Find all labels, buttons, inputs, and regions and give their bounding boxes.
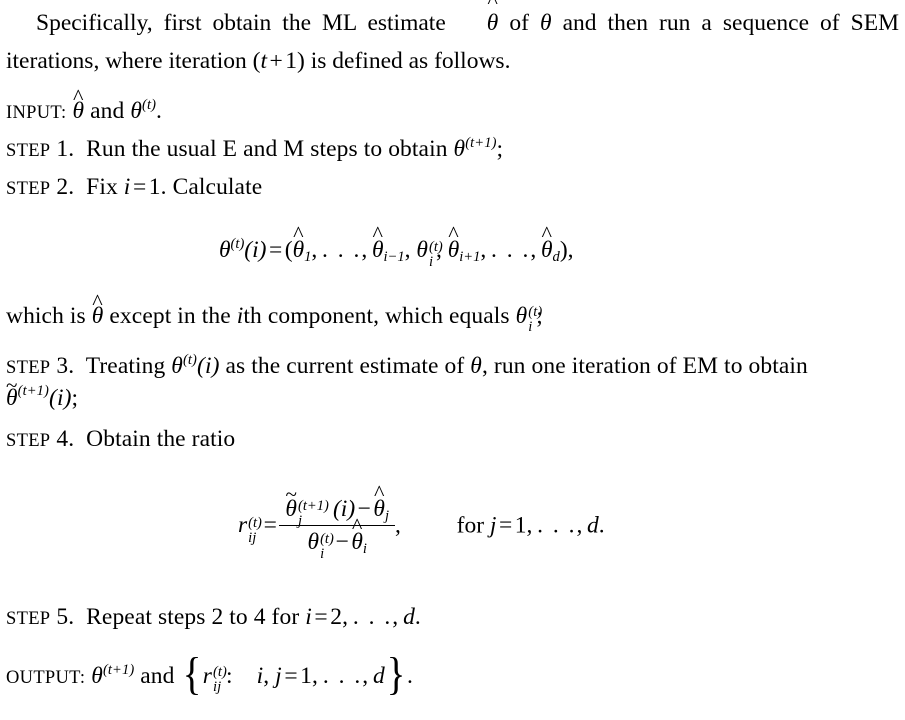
eq1-relation: =	[268, 237, 283, 263]
step-2-text-after: Calculate	[172, 174, 263, 200]
hat-theta-i-minus-1: ^ θ	[371, 220, 384, 263]
fraction-numerator: ~ θ (t+1) j (i) − ^ θj	[285, 479, 390, 530]
theta-i-sup-t: θ (t) i	[416, 237, 443, 271]
input-label: INPUT:	[6, 103, 67, 123]
intro-line2: iterations, where iteration (t +1) is def…	[6, 48, 511, 74]
eq2-condition: for j = 1, . . ., d.	[456, 512, 605, 539]
intro-line1-prefix: Specifically, first obtain the ML estima…	[36, 10, 457, 36]
theta-superscript-t-plus-1: θ(t+1)	[91, 661, 135, 689]
theta-superscript-t-plus-1: θ(t+1)	[453, 134, 497, 162]
step-label: STEP	[6, 358, 51, 378]
equation-ratio: r (t) ij = ~ θ (t+1) j (i) − ^ θj θ (t) i − ^ θi , for …	[238, 479, 605, 562]
step-4-text: Obtain the ratio	[86, 426, 236, 452]
hat-theta-symbol: ^ θ	[72, 83, 85, 124]
input-line: INPUT: ^ θ and θ(t).	[6, 83, 163, 124]
step-number: 2.	[56, 174, 75, 200]
which-is-prefix: which is	[6, 303, 86, 329]
intro-line1-mid: of	[498, 10, 540, 36]
which-is-line: which is ^ θ except in the ith component,…	[6, 288, 543, 336]
eq2-terminator: ,	[395, 512, 401, 539]
step-3-text-mid: as the current estimate of	[225, 353, 465, 379]
step-number: 4.	[56, 426, 75, 452]
step-label: STEP	[6, 609, 51, 629]
step-1-text: Run the usual E and M steps to obtain	[86, 136, 448, 162]
intro-paragraph: Specifically, first obtain the ML estima…	[6, 0, 899, 80]
step-5-text: Repeat steps 2 to 4 for	[86, 604, 300, 630]
eq1-close-paren: ),	[559, 237, 574, 263]
eq2-lhs: r (t) ij	[238, 512, 262, 546]
step-2-line: STEP 2. Fix i = 1. Calculate	[6, 174, 263, 200]
step-2-assignment: i = 1.	[123, 174, 167, 200]
theta-t-of-i: θ(t)(i)	[171, 351, 220, 379]
theta-i-sup-t: θ (t) i	[515, 303, 543, 336]
step-label: STEP	[6, 179, 51, 199]
input-conjunction: and	[90, 98, 125, 124]
eq1-lhs: θ(t)(i)	[219, 235, 267, 263]
which-is-th: th component, which equals	[243, 303, 510, 329]
step-5-line: STEP 5. Repeat steps 2 to 4 for i = 2, . .…	[6, 604, 421, 630]
step-number: 3.	[56, 353, 75, 379]
ratio-fraction: ~ θ (t+1) j (i) − ^ θj θ (t) i − ^ θi	[279, 479, 396, 562]
step-2-text-before: Fix	[86, 174, 118, 200]
hat-theta-i-plus-1: ^ θ	[447, 220, 460, 263]
intro-line1-suffix: and then run a sequence of SEM	[551, 10, 899, 36]
theta-symbol: θ	[470, 353, 482, 379]
step-1-terminator: ;	[496, 136, 504, 162]
step-3-terminator: ;	[71, 385, 79, 411]
step-3-line: STEP 3. Treating θ(t)(i) as the current …	[6, 351, 808, 379]
step-label: STEP	[6, 141, 51, 161]
output-conjunction: and	[140, 663, 175, 689]
hat-theta-d: ^ θ	[540, 220, 553, 263]
equation-theta-vector: θ(t)(i) =(^ θ1, . . ., ^ θi−1, θ (t) i, ^ θi+1…	[219, 220, 574, 271]
output-terminator: .	[407, 663, 414, 689]
step-number: 1.	[56, 136, 75, 162]
step-5-range: i = 2, . . ., d.	[305, 604, 421, 630]
step-3-continuation: ~ θ(t+1)(i);	[6, 373, 79, 411]
output-indices: i, j = 1, . . ., d	[256, 663, 385, 689]
hat-theta-symbol: ^ θ	[91, 288, 104, 329]
hat-theta-1: ^ θ	[292, 220, 305, 263]
theta-superscript-t: θ(t)	[130, 96, 157, 124]
fraction-denominator: θ (t) i − ^ θi	[279, 514, 396, 562]
output-label: OUTPUT:	[6, 668, 86, 688]
eq1-ellipsis-2: . . .	[491, 237, 531, 263]
step-label: STEP	[6, 431, 51, 451]
eq1-open-paren: (	[284, 237, 293, 263]
input-terminator: .	[156, 98, 163, 124]
theta-symbol: θ	[540, 10, 552, 36]
eq1-ellipsis-1: . . .	[322, 237, 362, 263]
hat-theta-symbol: ^ θ	[457, 0, 499, 42]
eq2-relation: =	[263, 512, 277, 539]
step-3-text-after: , run one iteration of EM to obtain	[481, 353, 808, 379]
tilde-theta-symbol: ~ θ	[6, 373, 18, 411]
step-1-line: STEP 1. Run the usual E and M steps to o…	[6, 134, 504, 162]
step-number: 5.	[56, 604, 75, 630]
which-is-mid: except in the	[109, 303, 231, 329]
document-page: Specifically, first obtain the ML estima…	[0, 0, 905, 720]
step-3-text-before: Treating	[85, 353, 166, 379]
output-line: OUTPUT: θ(t+1) and {r (t) ij: i, j = 1, . . …	[6, 648, 414, 699]
step-4-line: STEP 4. Obtain the ratio	[6, 426, 236, 452]
set-element-r: r (t) ij	[202, 663, 227, 696]
